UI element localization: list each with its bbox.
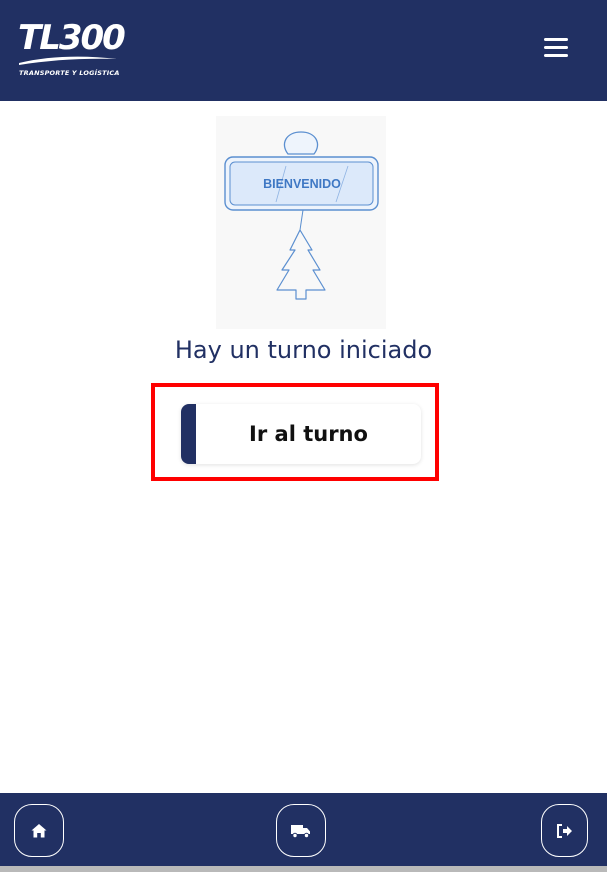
bottom-nav	[0, 793, 607, 866]
sign-text: BIENVENIDO	[263, 177, 341, 191]
go-to-shift-label: Ir al turno	[249, 422, 368, 446]
welcome-illustration: BIENVENIDO	[216, 116, 386, 329]
app-header: TL300 TRANSPORTE Y LOGÍSTICA	[0, 0, 607, 101]
home-button[interactable]	[14, 804, 64, 857]
footer-bottom-strip	[0, 866, 607, 872]
welcome-sign-illustration: BIENVENIDO	[224, 131, 379, 300]
logo-title: TL300	[18, 18, 126, 58]
home-icon	[31, 823, 47, 837]
logout-button[interactable]	[541, 804, 588, 857]
truck-button[interactable]	[276, 804, 326, 857]
hamburger-menu-icon[interactable]	[542, 38, 570, 62]
truck-icon	[291, 824, 310, 838]
logo-subtitle: TRANSPORTE Y LOGÍSTICA	[19, 69, 120, 77]
logo-swoosh	[19, 56, 117, 65]
go-to-shift-button[interactable]: Ir al turno	[181, 404, 421, 464]
app-screen: TL300 TRANSPORTE Y LOGÍSTICA BIENVENIDO …	[0, 0, 607, 872]
logout-icon	[556, 823, 572, 838]
shift-status-message: Hay un turno iniciado	[174, 336, 433, 364]
tl300-logo[interactable]: TL300 TRANSPORTE Y LOGÍSTICA	[18, 20, 128, 80]
